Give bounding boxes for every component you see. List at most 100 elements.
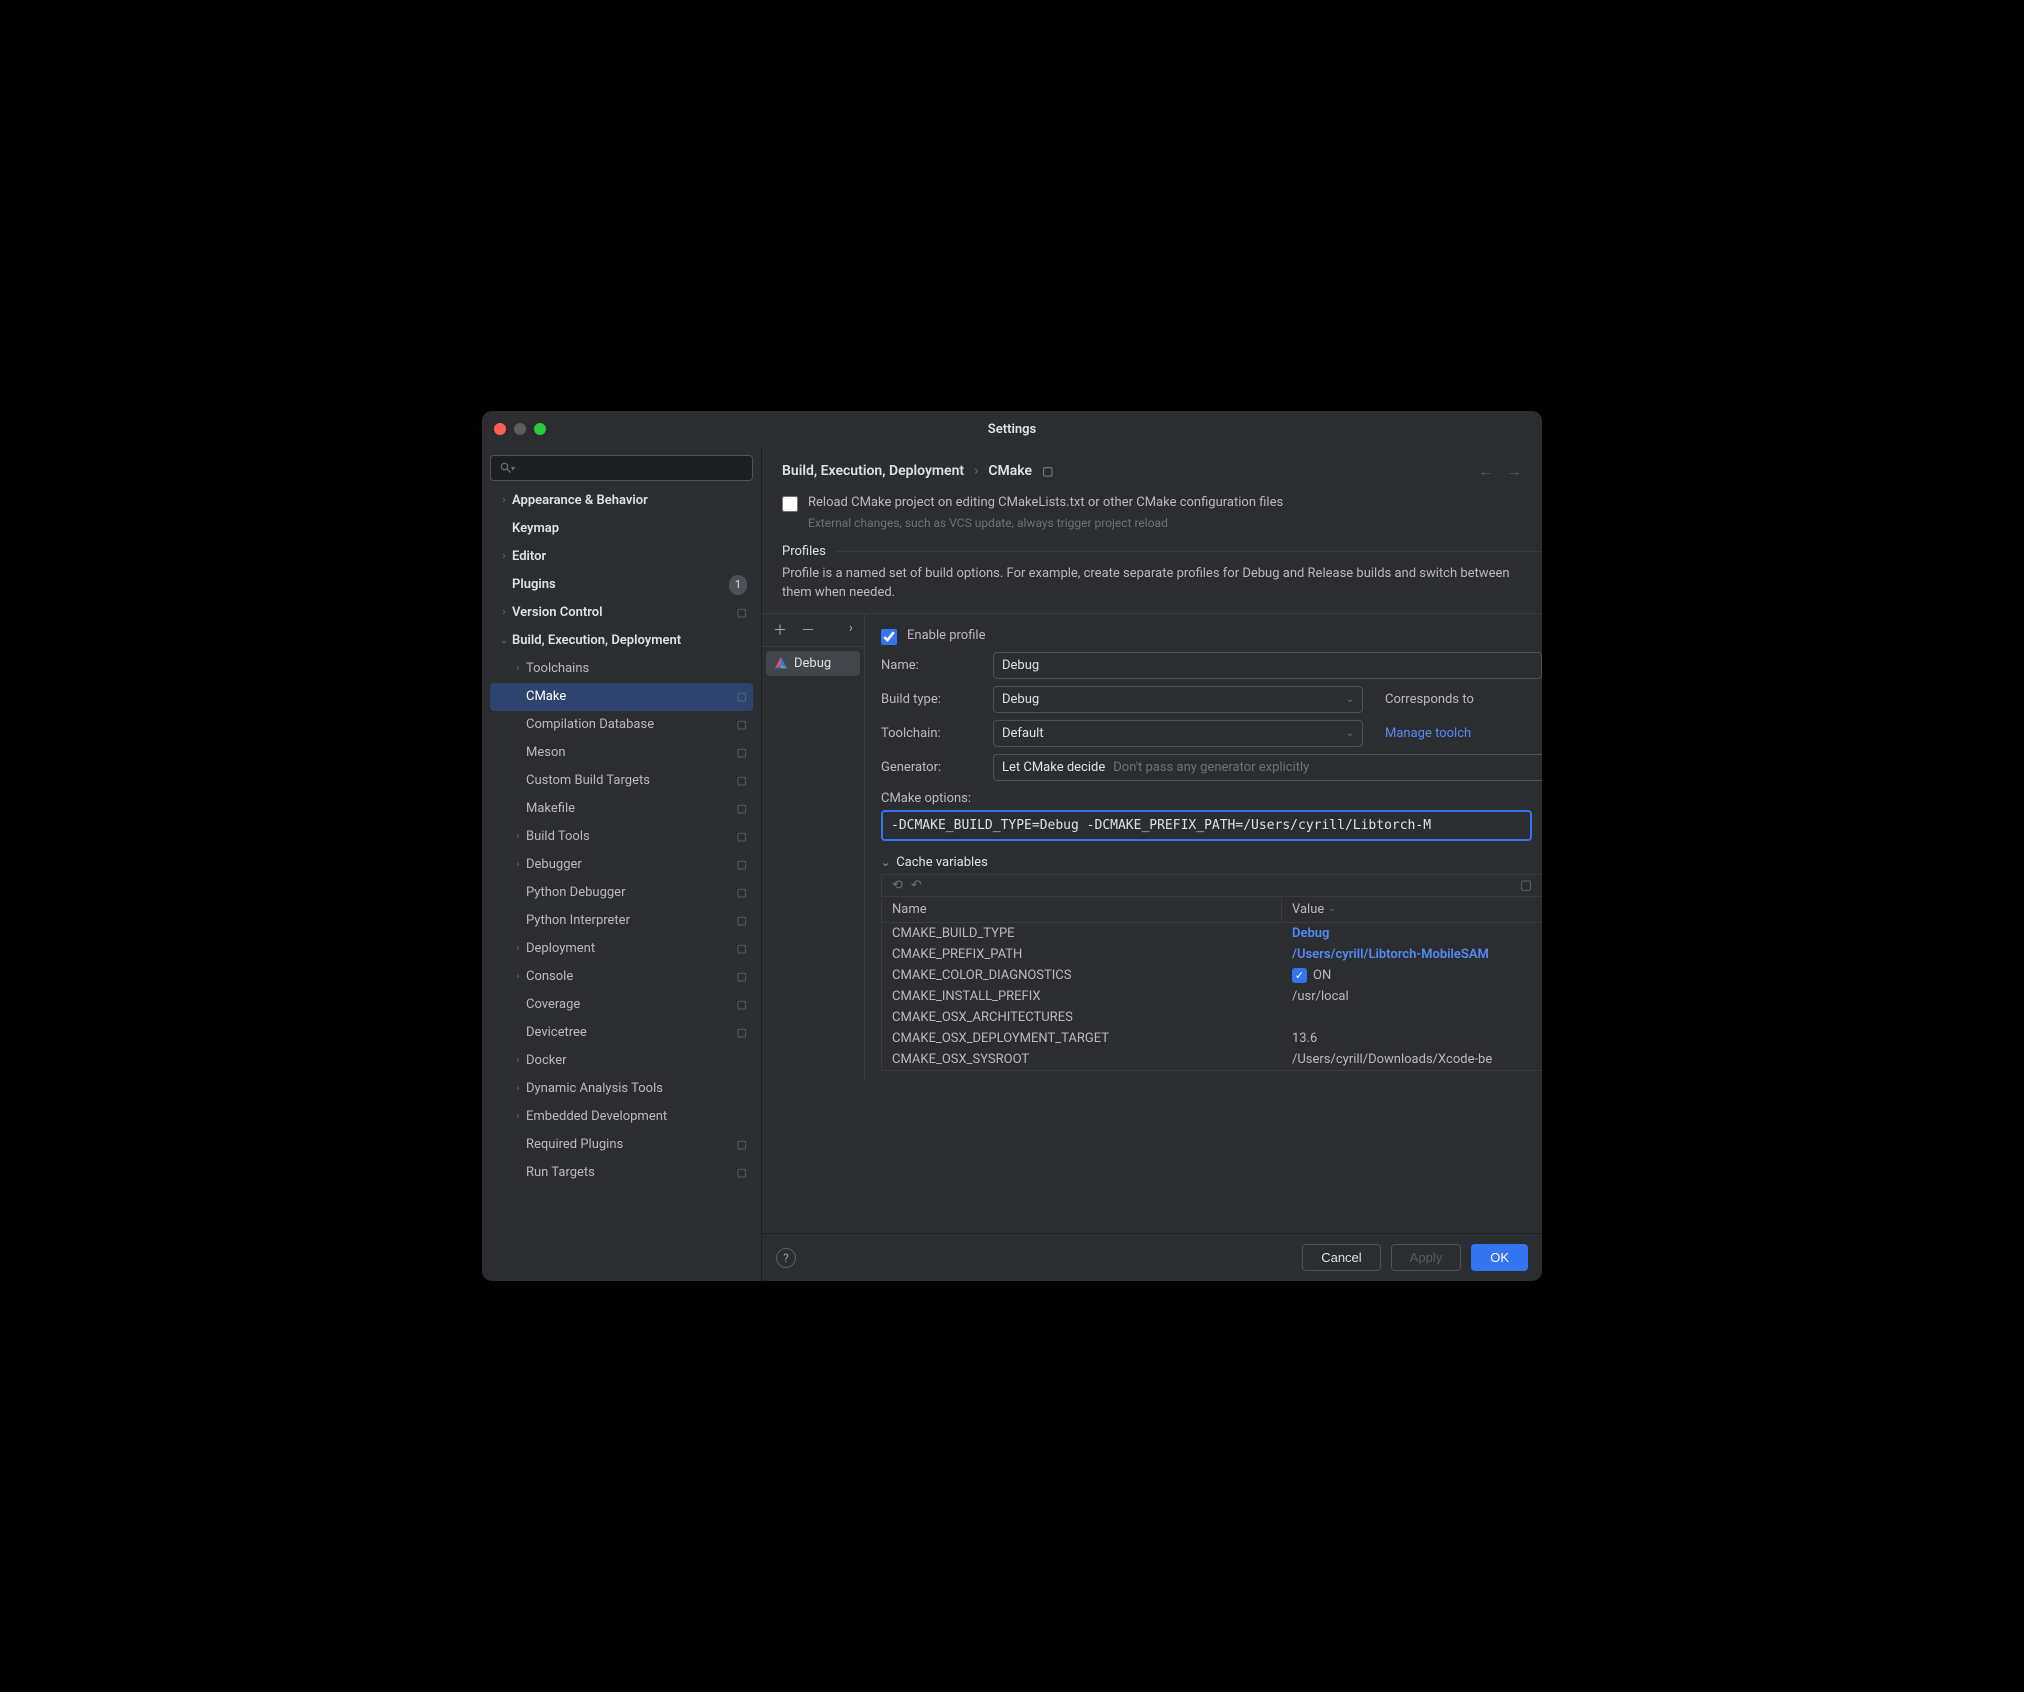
sidebar-item-label: Keymap	[512, 519, 747, 539]
cancel-button[interactable]: Cancel	[1302, 1244, 1380, 1271]
expand-cache-button[interactable]: ▢	[1520, 878, 1532, 893]
chevron-icon: ›	[510, 827, 526, 847]
sidebar-item-makefile[interactable]: Makefile▢	[490, 795, 753, 823]
sidebar-item-appearance-behavior[interactable]: ›Appearance & Behavior	[490, 487, 753, 515]
sidebar-item-console[interactable]: ›Console▢	[490, 963, 753, 991]
reload-checkbox[interactable]	[782, 496, 798, 512]
cache-value[interactable]: /Users/cyrill/Downloads/Xcode-be	[1282, 1049, 1542, 1070]
sidebar-item-deployment[interactable]: ›Deployment▢	[490, 935, 753, 963]
maximize-icon[interactable]	[534, 423, 546, 435]
sidebar-item-python-debugger[interactable]: Python Debugger▢	[490, 879, 753, 907]
ok-button[interactable]: OK	[1471, 1244, 1528, 1271]
sidebar-item-label: Build Tools	[526, 827, 733, 847]
profile-item-debug[interactable]: Debug	[766, 651, 860, 676]
reset-cache-button[interactable]: ⟲	[892, 878, 903, 893]
search-input[interactable]: ▾	[490, 455, 753, 481]
settings-sidebar: ▾ ›Appearance & BehaviorKeymap›EditorPlu…	[482, 447, 762, 1281]
sidebar-item-label: Docker	[526, 1051, 747, 1071]
sidebar-item-editor[interactable]: ›Editor	[490, 543, 753, 571]
sidebar-item-compilation-database[interactable]: Compilation Database▢	[490, 711, 753, 739]
add-profile-button[interactable]: ＋	[766, 617, 794, 643]
sidebar-item-build-execution-deployment[interactable]: ⌄Build, Execution, Deployment	[490, 627, 753, 655]
sidebar-item-label: Editor	[512, 547, 747, 567]
sidebar-item-label: Devicetree	[526, 1023, 733, 1043]
cache-row[interactable]: CMAKE_OSX_DEPLOYMENT_TARGET13.6	[882, 1028, 1542, 1049]
subproject-icon: ▢	[737, 967, 747, 987]
remove-profile-button[interactable]: －	[794, 617, 822, 643]
cache-row[interactable]: CMAKE_BUILD_TYPEDebug	[882, 923, 1542, 944]
cache-variables-label: Cache variables	[896, 855, 988, 870]
generator-dropdown[interactable]: Let CMake decide Don't pass any generato…	[993, 754, 1542, 781]
enable-profile-row[interactable]: Enable profile	[881, 628, 1542, 645]
back-icon[interactable]: ←	[1478, 461, 1494, 481]
cache-col-value[interactable]: Value ⌄	[1282, 897, 1542, 922]
cache-value[interactable]: 13.6	[1282, 1028, 1542, 1049]
cache-value[interactable]	[1282, 1007, 1542, 1028]
enable-profile-label: Enable profile	[907, 628, 985, 643]
cache-value[interactable]: Debug	[1282, 923, 1542, 944]
cache-name: CMAKE_COLOR_DIAGNOSTICS	[882, 965, 1282, 986]
cache-value[interactable]: /usr/local	[1282, 986, 1542, 1007]
expand-profile-button[interactable]: ›	[842, 617, 860, 643]
cache-row[interactable]: CMAKE_COLOR_DIAGNOSTICS✓ON	[882, 965, 1542, 986]
sort-icon: ⌄	[1328, 904, 1336, 914]
cache-row[interactable]: CMAKE_INSTALL_PREFIX/usr/local	[882, 986, 1542, 1007]
profiles-list: ＋ － › Debug	[762, 614, 865, 1081]
breadcrumb-current: CMake	[988, 463, 1032, 479]
subproject-icon: ▢	[737, 855, 747, 875]
toolchain-dropdown[interactable]: Default ⌄	[993, 720, 1363, 747]
chevron-icon: ›	[510, 1051, 526, 1071]
name-input[interactable]	[993, 652, 1542, 679]
cache-row[interactable]: CMAKE_OSX_SYSROOT/Users/cyrill/Downloads…	[882, 1049, 1542, 1070]
subproject-icon: ▢	[737, 743, 747, 763]
close-icon[interactable]	[494, 423, 506, 435]
sidebar-item-dynamic-analysis-tools[interactable]: ›Dynamic Analysis Tools	[490, 1075, 753, 1103]
profile-form: Enable profile Name: Build type: Debug ⌄	[865, 614, 1542, 1081]
chevron-icon: ›	[510, 855, 526, 875]
minimize-icon[interactable]	[514, 423, 526, 435]
sidebar-item-custom-build-targets[interactable]: Custom Build Targets▢	[490, 767, 753, 795]
cmake-options-input[interactable]: -DCMAKE_BUILD_TYPE=Debug -DCMAKE_PREFIX_…	[881, 810, 1532, 841]
undo-cache-button[interactable]: ↶	[911, 878, 922, 893]
chevron-down-icon: ⌄	[881, 856, 890, 869]
name-label: Name:	[881, 658, 981, 673]
sidebar-item-plugins[interactable]: Plugins1	[490, 571, 753, 599]
sidebar-item-docker[interactable]: ›Docker	[490, 1047, 753, 1075]
cache-row[interactable]: CMAKE_PREFIX_PATH/Users/cyrill/Libtorch-…	[882, 944, 1542, 965]
enable-profile-checkbox[interactable]	[881, 629, 897, 645]
sidebar-item-label: Makefile	[526, 799, 733, 819]
cache-value[interactable]: ✓ON	[1282, 965, 1542, 986]
cache-value[interactable]: /Users/cyrill/Libtorch-MobileSAM	[1282, 944, 1542, 965]
sidebar-item-keymap[interactable]: Keymap	[490, 515, 753, 543]
sidebar-item-python-interpreter[interactable]: Python Interpreter▢	[490, 907, 753, 935]
sidebar-item-version-control[interactable]: ›Version Control▢	[490, 599, 753, 627]
sidebar-item-meson[interactable]: Meson▢	[490, 739, 753, 767]
buildtype-dropdown[interactable]: Debug ⌄	[993, 686, 1363, 713]
manage-toolchains-link[interactable]: Manage toolch	[1385, 726, 1471, 741]
toolchain-label: Toolchain:	[881, 726, 981, 741]
sidebar-item-label: Toolchains	[526, 659, 747, 679]
toolchain-value: Default	[1002, 726, 1044, 741]
subproject-icon: ▢	[737, 827, 747, 847]
cache-name: CMAKE_OSX_ARCHITECTURES	[882, 1007, 1282, 1028]
apply-button[interactable]: Apply	[1391, 1244, 1462, 1271]
sidebar-item-coverage[interactable]: Coverage▢	[490, 991, 753, 1019]
sidebar-item-debugger[interactable]: ›Debugger▢	[490, 851, 753, 879]
cache-col-name[interactable]: Name	[882, 897, 1282, 922]
sidebar-item-build-tools[interactable]: ›Build Tools▢	[490, 823, 753, 851]
breadcrumb-parent[interactable]: Build, Execution, Deployment	[782, 463, 964, 479]
breadcrumb: Build, Execution, Deployment › CMake ▢ ←…	[762, 447, 1542, 491]
forward-icon[interactable]: →	[1506, 461, 1522, 481]
sidebar-item-label: Deployment	[526, 939, 733, 959]
sidebar-item-required-plugins[interactable]: Required Plugins▢	[490, 1131, 753, 1159]
sidebar-item-toolchains[interactable]: ›Toolchains	[490, 655, 753, 683]
sidebar-item-cmake[interactable]: CMake▢	[490, 683, 753, 711]
cache-row[interactable]: CMAKE_OSX_ARCHITECTURES	[882, 1007, 1542, 1028]
cache-variables-toggle[interactable]: ⌄ Cache variables	[881, 855, 1542, 870]
reload-checkbox-row[interactable]: Reload CMake project on editing CMakeLis…	[782, 495, 1542, 512]
sidebar-item-embedded-development[interactable]: ›Embedded Development	[490, 1103, 753, 1131]
sidebar-item-label: Python Debugger	[526, 883, 733, 903]
sidebar-item-devicetree[interactable]: Devicetree▢	[490, 1019, 753, 1047]
help-button[interactable]: ?	[776, 1248, 796, 1268]
sidebar-item-run-targets[interactable]: Run Targets▢	[490, 1159, 753, 1187]
